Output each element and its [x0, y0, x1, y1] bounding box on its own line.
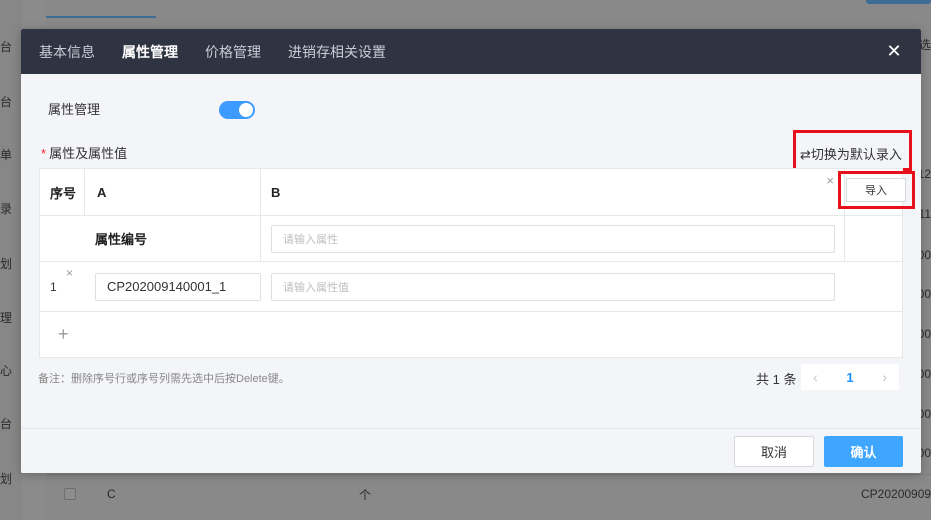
attribute-code-row: 属性编号 请输入属性	[40, 216, 902, 262]
attribute-section-text: 属性及属性值	[49, 146, 128, 161]
empty-cell	[845, 216, 902, 261]
toggle-knob	[239, 103, 253, 117]
highlight-box-switch-mode	[793, 130, 912, 171]
confirm-button[interactable]: 确认	[824, 436, 903, 467]
table-note: 备注：删除序号行或序号列需先选中后按Delete键。	[38, 373, 290, 385]
attribute-toggle-label: 属性管理	[48, 102, 101, 117]
attribute-table: 序号 A B × + 属性编号 请输入属性 1 ×	[39, 168, 903, 358]
background-row-name: C	[107, 487, 116, 501]
cancel-button[interactable]: 取消	[734, 436, 814, 467]
background-tab-indicator	[46, 16, 156, 18]
required-marker: *	[41, 146, 47, 161]
row-index-value: 1	[50, 279, 57, 294]
background-row-checkbox	[64, 488, 76, 500]
background-sidebar-item: 划	[0, 472, 13, 486]
background-sidebar: 台 台 单 录 划 理 心 台 划	[0, 0, 22, 520]
attribute-input-b[interactable]: 请输入属性	[271, 224, 835, 253]
add-row-icon[interactable]: +	[40, 312, 69, 357]
background-sidebar-item: 心	[0, 364, 13, 378]
attribute-code-label: 属性编号	[40, 216, 261, 261]
background-sidebar-item: 录	[0, 202, 13, 216]
background-sidebar-item: 理	[0, 311, 13, 325]
product-edit-dialog: 基本信息 属性管理 价格管理 进销存相关设置 ✕ 属性管理 ⇄切换为默认录入 *…	[21, 29, 921, 473]
remove-column-icon[interactable]: ×	[826, 173, 834, 188]
attribute-section-label: * 属性及属性值	[41, 143, 127, 162]
background-top-button	[866, 0, 931, 4]
dialog-footer: 取消 确认	[21, 428, 921, 473]
header-column-b: B ×	[261, 169, 845, 215]
tab-inventory-settings[interactable]: 进销存相关设置	[288, 42, 386, 62]
next-page-icon[interactable]: ›	[882, 369, 887, 385]
header-index: 序号	[40, 169, 85, 215]
prev-page-icon[interactable]: ‹	[813, 369, 818, 385]
header-column-b-label: B	[271, 184, 281, 200]
background-row-code: CP20200909	[861, 487, 931, 501]
dialog-body: 属性管理 ⇄切换为默认录入 *属性及属性值 序号 A B × + 属性编号 请输…	[21, 74, 921, 428]
pagination-total: 共 1 条	[756, 372, 797, 387]
row-cell-b: 请输入属性值	[261, 262, 845, 311]
background-sidebar-item: 台	[0, 95, 13, 109]
background-row-marker: 个	[359, 488, 372, 502]
background-sidebar-item: 划	[0, 257, 13, 271]
table-row: 1 × CP202009140001_1 请输入属性值	[40, 262, 902, 312]
attribute-value-input-a[interactable]: CP202009140001_1	[95, 272, 261, 301]
table-header-row: 序号 A B × +	[40, 169, 902, 216]
highlight-box-import	[838, 171, 915, 209]
attribute-value-input-b[interactable]: 请输入属性值	[271, 272, 835, 301]
header-column-a: A	[85, 169, 261, 215]
pagination: ‹ 1 ›	[801, 364, 899, 390]
background-sidebar-item: 台	[0, 40, 13, 54]
remove-row-icon[interactable]: ×	[66, 266, 73, 280]
background-sidebar-item: 台	[0, 417, 13, 431]
row-index: 1 ×	[40, 262, 85, 311]
background-table-row	[46, 474, 931, 520]
dialog-header: 基本信息 属性管理 价格管理 进销存相关设置 ✕	[21, 29, 921, 74]
attribute-cell-b: 请输入属性	[261, 216, 845, 261]
tab-attribute-management[interactable]: 属性管理	[122, 42, 178, 62]
background-sidebar-item: 单	[0, 148, 13, 162]
empty-cell	[845, 262, 902, 311]
page-number[interactable]: 1	[846, 370, 853, 385]
tab-basic-info[interactable]: 基本信息	[39, 42, 95, 62]
row-cell-a: CP202009140001_1	[85, 262, 261, 311]
add-row-area: +	[40, 312, 902, 357]
tab-price-management[interactable]: 价格管理	[205, 42, 261, 62]
close-icon[interactable]: ✕	[885, 42, 903, 60]
attribute-toggle-switch[interactable]	[219, 101, 255, 119]
